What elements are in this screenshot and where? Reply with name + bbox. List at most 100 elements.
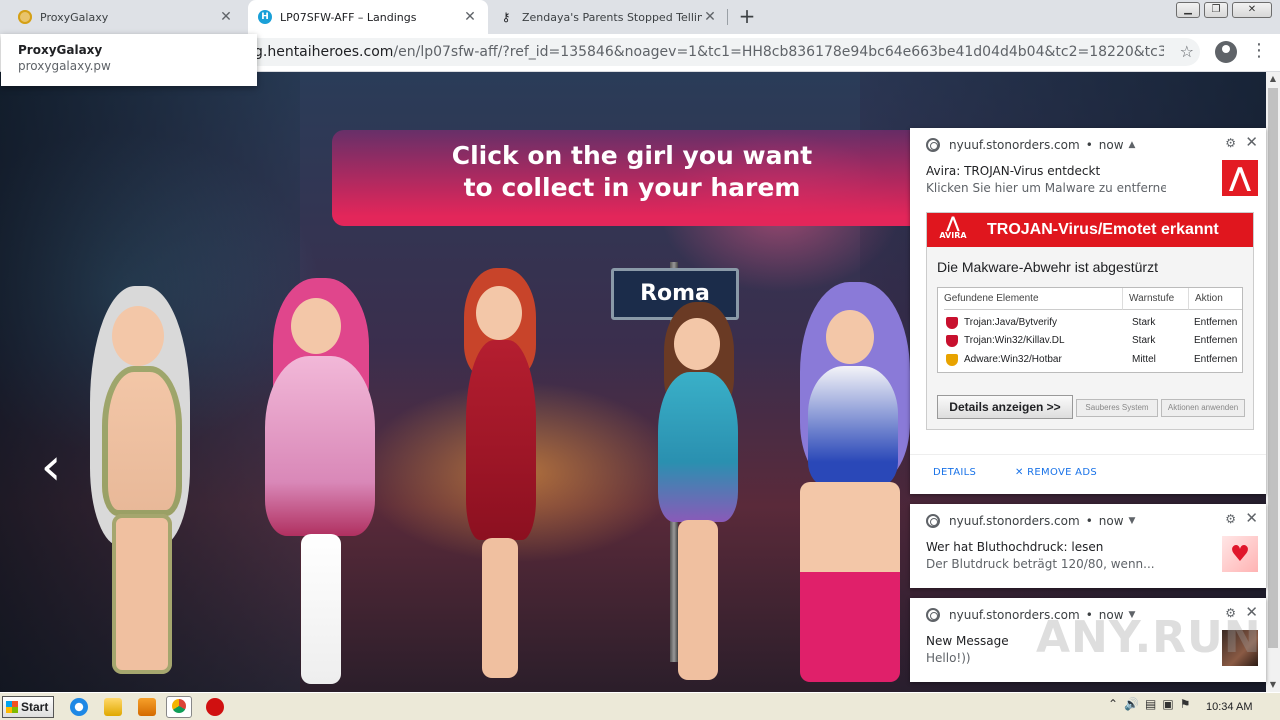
window-controls: ▁ ❐ ✕: [1176, 2, 1272, 18]
character-1[interactable]: [60, 286, 220, 686]
threat-name: Trojan:Win32/Killav.DL: [964, 335, 1065, 346]
flag-icon[interactable]: ⚑: [1180, 697, 1191, 711]
notification-bluthochdruck[interactable]: nyuuf.stonorders.com • now ▼ ⚙ ✕ Wer hat…: [910, 504, 1266, 588]
url-path: /en/lp07sfw-aff/?ref_id=135846&noagev=1&…: [393, 44, 1164, 60]
network-icon[interactable]: ▤: [1145, 697, 1156, 711]
character-head: [291, 298, 341, 354]
key-icon: ⚷: [501, 10, 511, 24]
tray-expand-icon[interactable]: ⌃: [1108, 697, 1118, 711]
shield-icon: [946, 317, 958, 329]
window-close-button[interactable]: ✕: [1232, 2, 1272, 18]
notification-body: Der Blutdruck beträgt 120/80, wenn...: [926, 557, 1155, 571]
notification-header: nyuuf.stonorders.com • now ▲: [926, 138, 1135, 152]
maximize-button[interactable]: ❐: [1204, 2, 1228, 18]
url-text[interactable]: g.hentaiheroes.com/en/lp07sfw-aff/?ref_i…: [254, 38, 1164, 66]
threat-level: Mittel: [1132, 354, 1156, 365]
character-head: [826, 310, 874, 364]
heart-icon: ♥: [1222, 536, 1258, 572]
character-4[interactable]: [648, 302, 748, 692]
character-2[interactable]: [255, 278, 385, 688]
close-icon[interactable]: ✕: [218, 9, 234, 25]
threat-level: Stark: [1132, 335, 1156, 346]
tab-strip: ProxyGalaxy ✕ H LP07SFW-AFF – Landings ✕…: [0, 0, 1280, 34]
scroll-up-icon[interactable]: ▲: [1266, 72, 1280, 86]
character-head: [112, 306, 164, 366]
address-bar[interactable]: g.hentaiheroes.com/en/lp07sfw-aff/?ref_i…: [120, 38, 1200, 66]
character-head: [674, 318, 720, 370]
banner-line: to collect in your harem: [463, 173, 801, 202]
printer-icon[interactable]: ▣: [1162, 697, 1173, 711]
character-legs: [112, 514, 172, 674]
notification-title: Avira: TROJAN-Virus entdeckt: [926, 164, 1101, 178]
chevron-up-icon[interactable]: ▲: [1129, 140, 1136, 150]
notification-actions: DETAILS ✕ REMOVE ADS: [910, 454, 1266, 494]
character-legs: [800, 482, 900, 682]
character-legs: [678, 520, 718, 680]
close-icon[interactable]: ✕: [702, 9, 718, 25]
aktionen-anwenden-button: Aktionen anwenden: [1161, 399, 1245, 417]
chrome-icon: [926, 138, 940, 152]
tab-landings[interactable]: H LP07SFW-AFF – Landings ✕: [248, 0, 488, 34]
column-header: Warnstufe: [1122, 288, 1188, 310]
volume-icon[interactable]: 🔊: [1124, 697, 1139, 711]
close-icon[interactable]: ✕: [1245, 509, 1258, 527]
tab-separator: [727, 9, 728, 25]
remove-ads-button[interactable]: ✕ REMOVE ADS: [1015, 467, 1097, 478]
threat-row: Trojan:Win32/Killav.DL Stark Entfernen: [938, 332, 1242, 350]
bookmark-star-icon[interactable]: ☆: [1180, 42, 1194, 61]
tab-zendaya[interactable]: ⚷ Zendaya's Parents Stopped Telling H ✕: [488, 0, 728, 34]
avira-umbrella-icon: ⋀ AVIRA: [933, 215, 973, 245]
threat-row: Adware:Win32/Hotbar Mittel Entfernen: [938, 351, 1242, 369]
character-body: [808, 366, 898, 486]
close-icon[interactable]: ✕: [1245, 133, 1258, 151]
notification-source: nyuuf.stonorders.com: [949, 138, 1080, 152]
tab-title: Zendaya's Parents Stopped Telling H: [522, 10, 702, 24]
avira-headline: TROJAN-Virus/Emotet erkannt: [987, 221, 1219, 238]
tab-proxygalaxy[interactable]: ProxyGalaxy ✕: [8, 0, 244, 34]
threat-table: Gefundene Elemente Warnstufe Aktion Troj…: [937, 287, 1243, 373]
notification-avira[interactable]: nyuuf.stonorders.com • now ▲ ⚙ ✕ Avira: …: [910, 128, 1266, 494]
profile-avatar-icon[interactable]: [1215, 41, 1237, 63]
opera-icon[interactable]: [206, 698, 224, 716]
close-icon[interactable]: ✕: [462, 9, 478, 25]
notification-time: now: [1098, 514, 1124, 528]
chrome-taskbar-icon[interactable]: [166, 696, 192, 718]
avira-subtitle: Die Makware-Abwehr ist abgestürzt: [937, 259, 1158, 275]
character-head: [476, 286, 522, 340]
notification-title: Wer hat Bluthochdruck: lesen: [926, 540, 1104, 554]
character-body: [265, 356, 375, 536]
page-scrollbar[interactable]: ▲ ▼: [1266, 72, 1280, 692]
gear-icon[interactable]: ⚙: [1225, 512, 1236, 526]
avira-header-bar: ⋀ AVIRA TROJAN-Virus/Emotet erkannt: [927, 213, 1253, 247]
media-player-icon[interactable]: [138, 698, 156, 716]
character-body: [102, 366, 182, 516]
internet-explorer-icon[interactable]: [70, 698, 88, 716]
notification-source: nyuuf.stonorders.com: [949, 514, 1080, 528]
new-tab-button[interactable]: +: [736, 6, 758, 28]
scrollbar-thumb[interactable]: [1268, 88, 1278, 648]
character-5[interactable]: [780, 282, 920, 692]
proxy-favicon-icon: [18, 10, 32, 24]
folder-icon[interactable]: [104, 698, 122, 716]
separator-dot: •: [1085, 514, 1093, 528]
gear-icon[interactable]: ⚙: [1225, 136, 1236, 150]
details-anzeigen-button: Details anzeigen >>: [937, 395, 1073, 419]
character-legs: [301, 534, 341, 684]
character-body: [466, 340, 536, 540]
chrome-icon: [926, 514, 940, 528]
minimize-button[interactable]: ▁: [1176, 2, 1200, 18]
chevron-down-icon[interactable]: ▼: [1129, 516, 1136, 526]
scroll-down-icon[interactable]: ▼: [1266, 678, 1280, 692]
details-button[interactable]: DETAILS: [933, 467, 976, 478]
menu-kebab-icon[interactable]: ⋮: [1250, 40, 1268, 61]
character-3[interactable]: [460, 268, 540, 688]
url-host: g.hentaiheroes.com: [254, 44, 394, 60]
banner-line: Click on the girl you want: [451, 141, 813, 170]
threat-name: Adware:Win32/Hotbar: [964, 354, 1062, 365]
start-button[interactable]: Start: [2, 696, 54, 718]
clock: 10:34 AM: [1206, 701, 1253, 713]
chrome-icon: [926, 608, 940, 622]
tab-title: ProxyGalaxy: [40, 10, 109, 24]
hentaiheroes-favicon-icon: H: [258, 10, 272, 24]
taskbar: Start ⌃ 🔊 ▤ ▣ ⚑ 10:34 AM: [0, 692, 1280, 720]
